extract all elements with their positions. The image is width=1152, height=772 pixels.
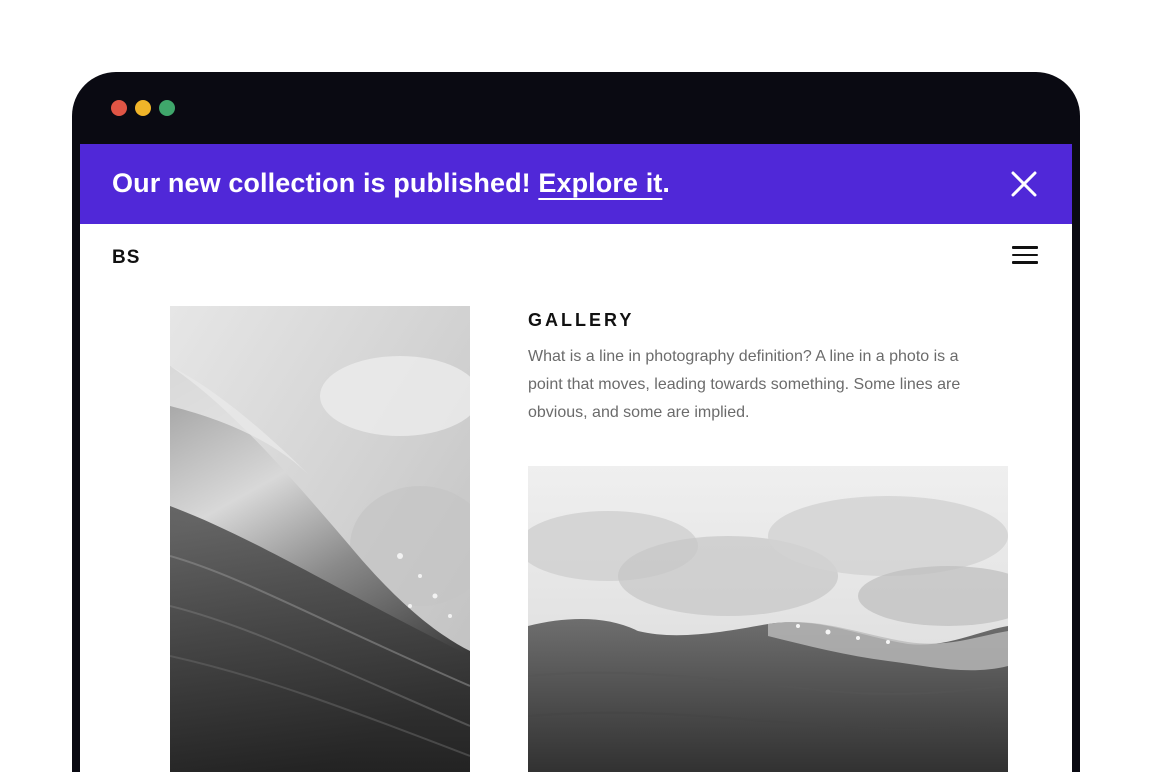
explore-link[interactable]: Explore it	[538, 168, 662, 198]
banner-text: Our new collection is published! Explore…	[112, 168, 670, 199]
window-minimize-dot[interactable]	[135, 100, 151, 116]
announcement-banner: Our new collection is published! Explore…	[80, 144, 1072, 224]
banner-message: Our new collection is published!	[112, 168, 531, 198]
navbar: BS	[80, 224, 1072, 288]
window-close-dot[interactable]	[111, 100, 127, 116]
device-frame: Our new collection is published! Explore…	[72, 72, 1080, 772]
wave-photo-horizontal	[528, 466, 1008, 772]
close-icon[interactable]	[1010, 170, 1038, 198]
hamburger-menu-icon[interactable]	[1012, 246, 1038, 268]
wave-photo-vertical	[170, 306, 470, 772]
banner-suffix: .	[662, 168, 670, 198]
gallery-title: GALLERY	[528, 310, 635, 330]
window-maximize-dot[interactable]	[159, 100, 175, 116]
brand-logo[interactable]: BS	[112, 247, 140, 269]
screen: Our new collection is published! Explore…	[80, 144, 1072, 772]
gallery-description: What is a line in photography definition…	[528, 348, 961, 421]
window-controls	[111, 100, 175, 116]
